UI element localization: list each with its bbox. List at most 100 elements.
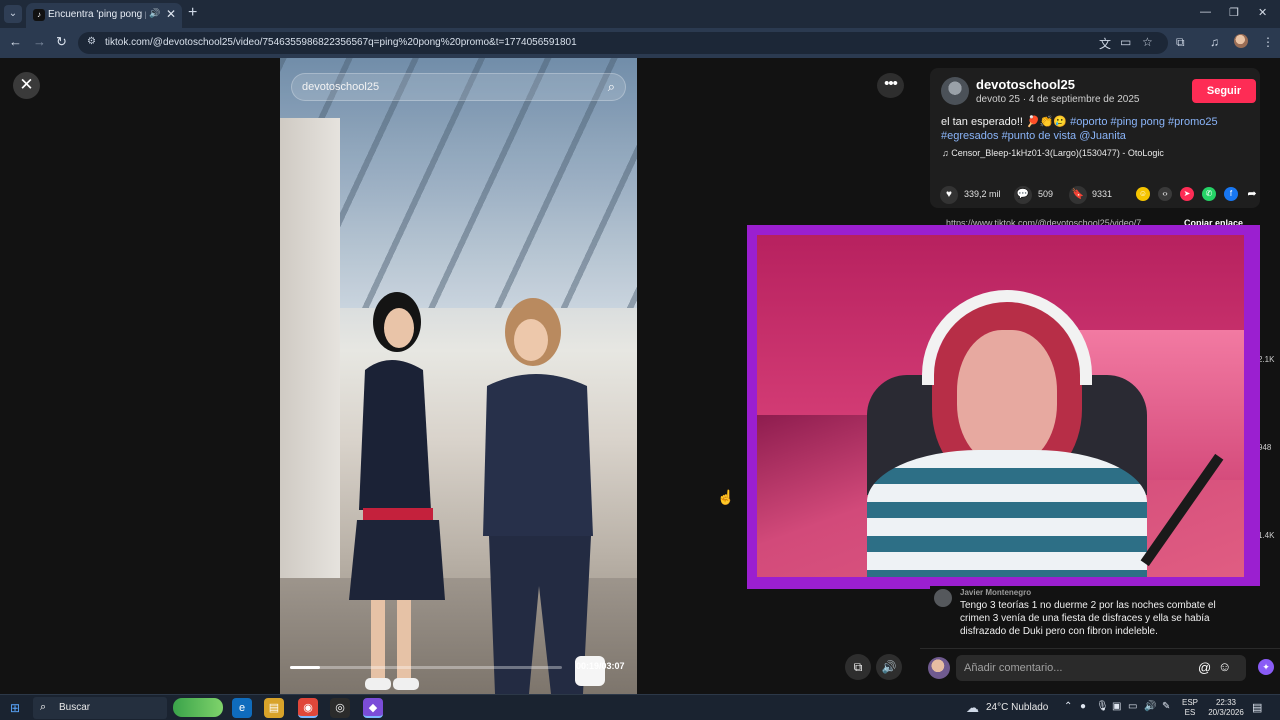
bookmark-star-icon[interactable]: ☆ bbox=[1142, 35, 1153, 49]
comment-text: Tengo 3 teorías 1 no duerme 2 por las no… bbox=[960, 600, 1216, 637]
mouse-cursor-icon: ☝ bbox=[717, 489, 735, 505]
pen-icon[interactable]: ✎ bbox=[1162, 701, 1170, 712]
webcam-person-shirt bbox=[867, 450, 1147, 577]
forward-icon[interactable]: → bbox=[33, 34, 46, 49]
ai-assistant-icon[interactable]: ✦ bbox=[1258, 659, 1274, 675]
post-description: el tan esperado!! 🏓👏🥲 #oporto #ping pong… bbox=[941, 115, 1241, 143]
weather-text[interactable]: 24°C Nublado bbox=[986, 702, 1048, 713]
picture-in-picture-button[interactable]: ⧉ bbox=[845, 654, 871, 680]
url-text[interactable]: tiktok.com/@devotoschool25/video/7546355… bbox=[105, 37, 577, 48]
mention-at-icon[interactable]: @ bbox=[1198, 660, 1211, 675]
windows-taskbar: ⊞ ⌕ Buscar e ▤ ◉ ◎ ◆ ☁ 24°C Nublado ⌃ ● … bbox=[0, 694, 1280, 720]
video-player[interactable]: devotoschool25 ⌕ 00:19/03:07 bbox=[280, 58, 637, 694]
profile-avatar[interactable] bbox=[1234, 34, 1248, 48]
search-highlight-widget[interactable] bbox=[173, 698, 223, 717]
close-video-button[interactable]: ✕ bbox=[13, 72, 40, 99]
author-meta: devoto 25 · 4 de septiembre de 2025 bbox=[976, 94, 1140, 105]
hashtag-link[interactable]: #egresados bbox=[941, 130, 999, 142]
app-tray-icon[interactable]: ● bbox=[1080, 701, 1086, 712]
video-progress-fill bbox=[290, 666, 320, 669]
music-row[interactable]: ♫ Censor_Bleep-1kHz01-3(Largo)(1530477) … bbox=[942, 148, 1164, 158]
volume-icon[interactable]: 🔊 bbox=[1144, 701, 1156, 712]
taskbar-search-label: Buscar bbox=[59, 702, 91, 713]
author-avatar[interactable] bbox=[941, 77, 969, 105]
like-heart-icon[interactable]: ♥ bbox=[940, 186, 958, 204]
microphone-icon[interactable]: 🎙 bbox=[1096, 701, 1109, 712]
video-search-text: devotoschool25 bbox=[302, 81, 380, 93]
translate-icon[interactable]: 文 bbox=[1099, 35, 1111, 52]
bookmark-icon[interactable]: 🔖 bbox=[1069, 186, 1087, 204]
address-bar[interactable]: ⚙ tiktok.com/@devotoschool25/video/75463… bbox=[78, 32, 1168, 54]
search-icon: ⌕ bbox=[40, 701, 47, 713]
video-search-box[interactable]: devotoschool25 ⌕ bbox=[291, 73, 626, 101]
mention-link[interactable]: @Juanita bbox=[1079, 130, 1126, 142]
extensions-icon[interactable]: ⧉ bbox=[1176, 35, 1185, 50]
user-avatar[interactable] bbox=[928, 657, 950, 679]
file-explorer-icon[interactable]: ▤ bbox=[264, 698, 284, 718]
send-icon[interactable]: ➤ bbox=[1180, 187, 1194, 201]
video-progress-bar[interactable] bbox=[290, 666, 562, 669]
hashtag-link[interactable]: #promo25 bbox=[1168, 116, 1218, 128]
new-tab-icon[interactable]: + bbox=[188, 4, 197, 22]
side-count: 1.4K bbox=[1258, 531, 1275, 540]
network-icon[interactable]: ▣ bbox=[1112, 701, 1121, 712]
volume-button[interactable]: 🔊 bbox=[876, 654, 902, 680]
search-icon[interactable]: ⌕ bbox=[608, 79, 615, 95]
webcam-overlay bbox=[747, 225, 1260, 589]
tab-search-button[interactable]: ⌄ bbox=[4, 5, 22, 23]
more-options-button[interactable]: ••• bbox=[877, 73, 904, 98]
browser-tab[interactable]: ♪ Encuentra 'ping pong prom 🔊 ✕ bbox=[26, 3, 182, 28]
streaming-app-icon[interactable]: ◆ bbox=[363, 698, 383, 718]
windows-start-icon[interactable]: ⊞ bbox=[10, 701, 20, 715]
follow-button[interactable]: Seguir bbox=[1192, 79, 1256, 103]
hashtag-link[interactable]: #punto de vista bbox=[1002, 130, 1077, 142]
cast-icon[interactable]: ▭ bbox=[1120, 35, 1131, 49]
emoji-icon[interactable]: ☺ bbox=[1218, 659, 1231, 674]
hashtag-link[interactable]: #ping pong bbox=[1111, 116, 1165, 128]
site-info-icon[interactable]: ⚙ bbox=[87, 36, 96, 47]
embed-code-icon[interactable]: ‹› bbox=[1158, 187, 1172, 201]
browser-tab-bar: ⌄ ♪ Encuentra 'ping pong prom 🔊 ✕ + — ❐ … bbox=[0, 0, 1280, 28]
comment-icon[interactable]: 💬 bbox=[1014, 186, 1032, 204]
speaker-icon[interactable]: 🔊 bbox=[149, 8, 160, 19]
tab-title: Encuentra 'ping pong prom bbox=[48, 9, 146, 20]
screen: ⌄ ♪ Encuentra 'ping pong prom 🔊 ✕ + — ❐ … bbox=[0, 0, 1280, 720]
commenter-name[interactable]: Javier Montenegro bbox=[960, 588, 1031, 597]
reload-icon[interactable]: ↻ bbox=[56, 34, 67, 50]
lang-bottom: ES bbox=[1184, 708, 1196, 717]
facebook-icon[interactable]: f bbox=[1224, 187, 1238, 201]
cloudy-weather-icon[interactable]: ☁ bbox=[966, 700, 979, 716]
edge-icon[interactable]: e bbox=[232, 698, 252, 718]
obs-icon[interactable]: ◎ bbox=[330, 698, 350, 718]
tiktok-favicon-icon: ♪ bbox=[33, 9, 45, 21]
commenter-avatar[interactable] bbox=[934, 589, 952, 607]
repost-icon[interactable]: ☺ bbox=[1136, 187, 1150, 201]
clock-date: 20/3/2026 bbox=[1208, 708, 1244, 717]
minimize-icon[interactable]: — bbox=[1200, 6, 1211, 18]
media-control-icon[interactable]: ♫ bbox=[1210, 35, 1219, 49]
whatsapp-icon[interactable]: ✆ bbox=[1202, 187, 1216, 201]
tiktok-video-page: ✕ devotoschool25 ⌕ 00:19/03:07 ••• ☝ ⧉ 🔊… bbox=[0, 58, 1280, 694]
like-count: 339,2 mil bbox=[964, 189, 1001, 199]
author-name[interactable]: devotoschool25 bbox=[976, 77, 1075, 92]
input-language[interactable]: ESP ES bbox=[1182, 698, 1198, 718]
lang-top: ESP bbox=[1182, 698, 1199, 707]
action-bar: ♥ 339,2 mil 💬 509 🔖 9331 ☺ ‹› ➤ ✆ f ➦ bbox=[940, 184, 1260, 206]
share-arrow-icon[interactable]: ➦ bbox=[1245, 187, 1259, 201]
window-close-icon[interactable]: ✕ bbox=[1258, 6, 1267, 19]
close-tab-icon[interactable]: ✕ bbox=[166, 7, 176, 21]
video-time: 00:19/03:07 bbox=[576, 661, 625, 671]
chrome-icon[interactable]: ◉ bbox=[298, 698, 318, 718]
back-icon[interactable]: ← bbox=[9, 34, 22, 49]
taskbar-search[interactable]: ⌕ Buscar bbox=[33, 697, 167, 719]
side-count: 948 bbox=[1258, 443, 1272, 452]
battery-icon[interactable]: ▭ bbox=[1128, 701, 1137, 712]
browser-menu-icon[interactable]: ⋮ bbox=[1262, 35, 1274, 49]
browser-toolbar: ← → ↻ ⚙ tiktok.com/@devotoschool25/video… bbox=[0, 28, 1280, 58]
restore-icon[interactable]: ❐ bbox=[1229, 6, 1239, 19]
notification-icon[interactable]: ▤ bbox=[1252, 701, 1262, 714]
chevron-up-icon[interactable]: ⌃ bbox=[1064, 701, 1072, 712]
hashtag-link[interactable]: #oporto bbox=[1070, 116, 1107, 128]
music-title: Censor_Bleep-1kHz01-3(Largo)(1530477) - … bbox=[951, 148, 1164, 158]
system-clock[interactable]: 22:33 20/3/2026 bbox=[1204, 698, 1248, 718]
